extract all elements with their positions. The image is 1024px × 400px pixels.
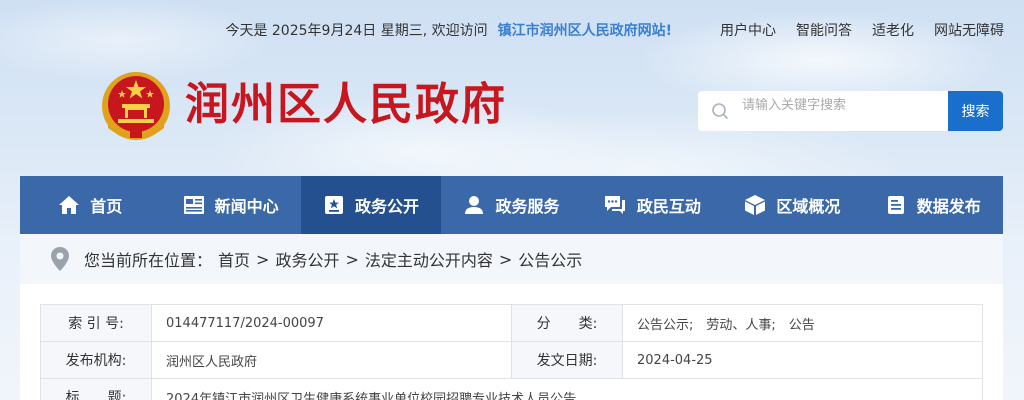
search-button[interactable]: 搜索 — [948, 91, 1003, 131]
issue-date-label: 发文日期: — [511, 341, 623, 379]
index-number-label: 索 引 号: — [40, 304, 152, 342]
public-affairs-icon — [325, 196, 344, 214]
nav-item-home[interactable]: 首页 — [20, 176, 160, 234]
user-center-link[interactable]: 用户中心 — [720, 20, 776, 40]
nav-item-label: 区域概况 — [776, 197, 841, 216]
title-label: 标 题: — [40, 378, 152, 400]
search-input[interactable] — [742, 91, 948, 131]
nav-item-public-affairs[interactable]: 政务公开 — [300, 176, 442, 234]
breadcrumb-separator: > — [345, 249, 359, 269]
nav-item-services[interactable]: 政务服务 — [441, 176, 581, 234]
main-nav: 首页 新闻中心 政务公开 政务服务 政民互动 区域概况 数据发布 — [20, 176, 1003, 234]
breadcrumb-statutory-disclosure[interactable]: 法定主动公开内容 — [365, 247, 493, 271]
nav-item-interaction[interactable]: 政民互动 — [582, 176, 722, 234]
accessibility-link[interactable]: 网站无障碍 — [934, 20, 1004, 40]
category-label: 分 类: — [511, 304, 623, 342]
nav-item-label: 数据发布 — [916, 197, 981, 216]
document-icon — [887, 196, 904, 214]
breadcrumb-prefix: 您当前所在位置： — [84, 251, 213, 270]
breadcrumb-public-affairs[interactable]: 政务公开 — [275, 247, 339, 271]
elderly-mode-link[interactable]: 适老化 — [872, 20, 914, 40]
smart-qa-link[interactable]: 智能问答 — [796, 20, 852, 40]
chat-icon — [604, 196, 625, 214]
category-value: 公告公示; 劳动、人事; 公告 — [622, 304, 983, 342]
document-info-table: 索 引 号: 014477117/2024-00097 分 类: 公告公示; 劳… — [40, 304, 983, 400]
breadcrumb-separator: > — [498, 249, 513, 269]
location-pin-icon — [51, 247, 69, 271]
site-title: 润州区人民政府 — [185, 79, 507, 130]
national-emblem-icon — [100, 70, 172, 142]
breadcrumb: 您当前所在位置： 首页 > 政务公开 > 法定主动公开内容 > 公告公示 — [20, 234, 1003, 284]
nav-item-label: 政民互动 — [636, 197, 701, 216]
issue-date-value: 2024-04-25 — [622, 341, 983, 379]
nav-item-label: 政务服务 — [495, 197, 560, 216]
publisher-label: 发布机构: — [40, 341, 152, 379]
breadcrumb-home[interactable]: 首页 — [218, 247, 250, 271]
content-panel: 您当前所在位置： 首页 > 政务公开 > 法定主动公开内容 > 公告公示 索 引… — [20, 234, 1003, 400]
nav-item-label: 首页 — [90, 197, 123, 216]
search-icon — [698, 91, 742, 131]
date-greeting: 今天是 2025年9月24日 星期三, 欢迎访问 — [225, 23, 488, 39]
cube-icon — [745, 195, 766, 215]
news-icon — [183, 196, 204, 214]
site-name-link[interactable]: 镇江市润州区人民政府网站! — [498, 20, 672, 40]
nav-item-label: 政务公开 — [355, 197, 420, 216]
top-bar: 今天是 2025年9月24日 星期三, 欢迎访问 镇江市润州区人民政府网站! 用… — [225, 18, 1004, 42]
nav-item-label: 新闻中心 — [214, 197, 279, 216]
nav-item-overview[interactable]: 区域概况 — [722, 176, 862, 234]
table-row: 索 引 号: 014477117/2024-00097 分 类: 公告公示; 劳… — [40, 304, 983, 342]
table-row: 标 题: 2024年镇江市润州区卫生健康系统事业单位校园招聘专业技术人员公告 — [40, 378, 983, 400]
breadcrumb-separator: > — [256, 249, 270, 269]
publisher-value: 润州区人民政府 — [151, 341, 512, 379]
home-icon — [59, 196, 80, 214]
title-value: 2024年镇江市润州区卫生健康系统事业单位校园招聘专业技术人员公告 — [151, 378, 983, 400]
search-box: 搜索 — [698, 91, 1003, 131]
index-number-value: 014477117/2024-00097 — [151, 304, 512, 342]
nav-item-data[interactable]: 数据发布 — [863, 176, 1003, 234]
table-row: 发布机构: 润州区人民政府 发文日期: 2024-04-25 — [40, 341, 983, 379]
nav-item-news[interactable]: 新闻中心 — [160, 176, 300, 234]
user-service-icon — [465, 196, 484, 214]
breadcrumb-announcements[interactable]: 公告公示 — [518, 247, 582, 271]
